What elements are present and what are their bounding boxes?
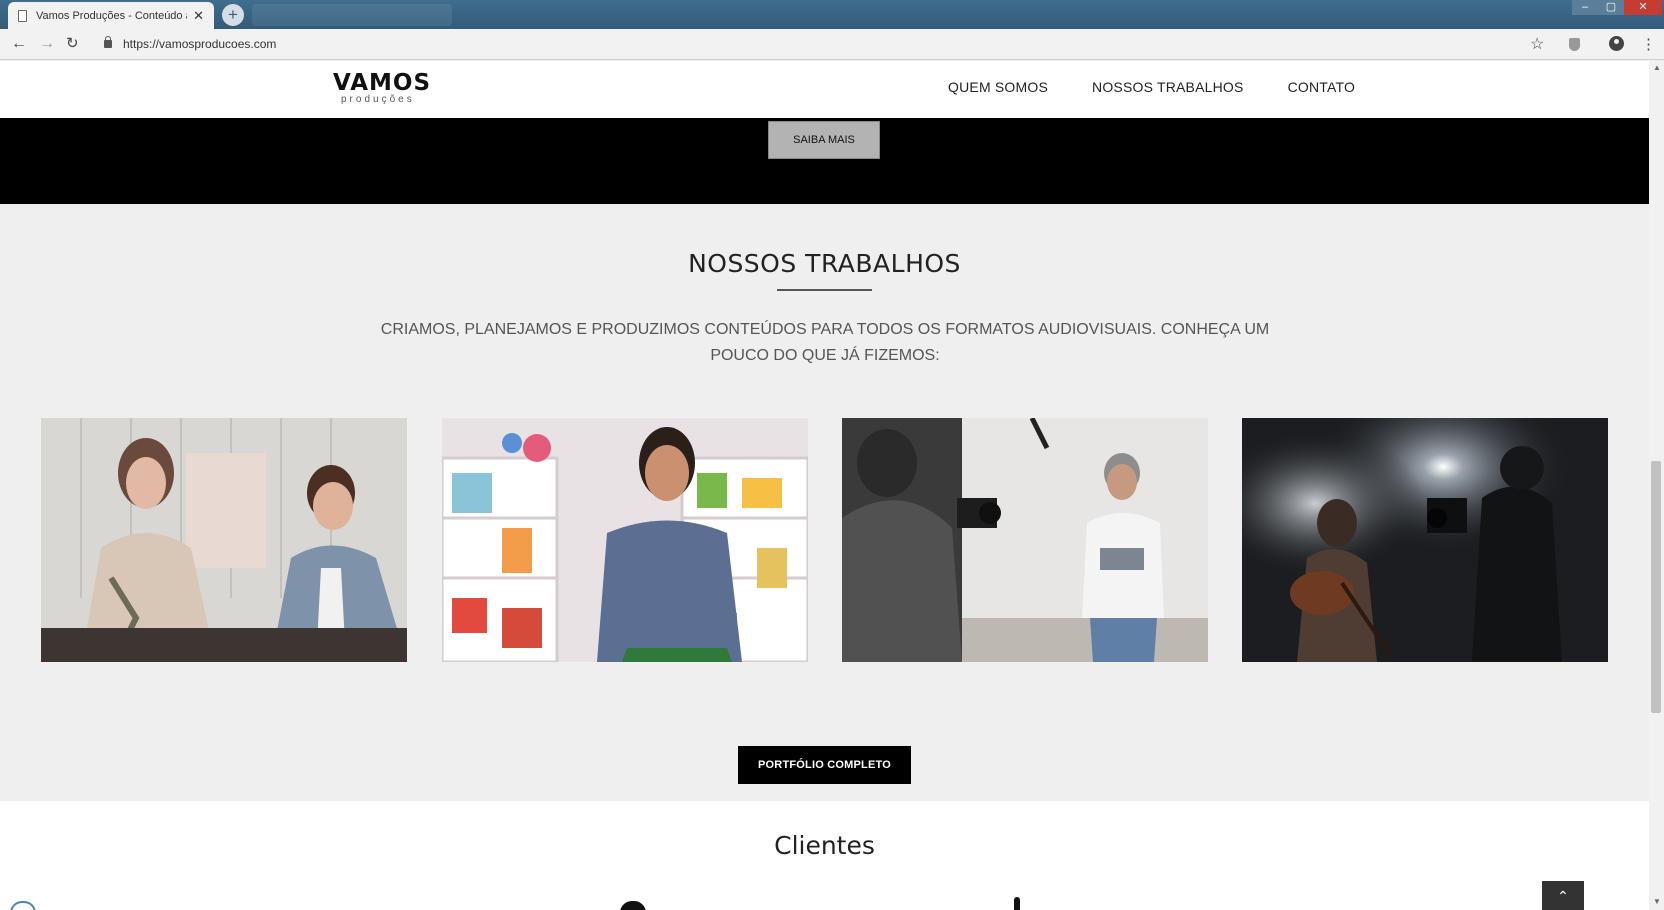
work-thumbnail[interactable] [442, 418, 808, 662]
document-icon [18, 9, 27, 22]
clients-section: Clientes ⌃ [0, 801, 1649, 910]
close-window-button[interactable]: ✕ [1624, 0, 1662, 15]
work-photo-4 [1242, 418, 1608, 662]
main-nav: QUEM SOMOS NOSSOS TRABALHOS CONTATO [948, 79, 1355, 95]
logo-subtext: produções [341, 94, 415, 105]
logo-text: VAMOS [333, 70, 432, 96]
account-icon[interactable] [1609, 36, 1624, 51]
work-photo-1 [41, 418, 407, 662]
scroll-up-icon[interactable]: ▲ [1653, 63, 1661, 72]
new-tab-button[interactable]: + [222, 4, 244, 26]
nav-contato[interactable]: CONTATO [1288, 79, 1356, 95]
blurred-tab[interactable] [252, 4, 452, 26]
site-logo[interactable]: VAMOS produções [333, 70, 432, 107]
title-underline [777, 289, 872, 291]
tab-title: Vamos Produções - Conteúdo a [36, 9, 188, 22]
web-page: VAMOS produções QUEM SOMOS NOSSOS TRABAL… [0, 61, 1649, 910]
close-tab-icon[interactable]: ✕ [193, 8, 204, 24]
client-logo [10, 901, 36, 910]
back-to-top-button[interactable]: ⌃ [1542, 881, 1584, 910]
forward-arrow-icon[interactable]: → [39, 35, 55, 53]
extension-icon[interactable] [1569, 38, 1580, 51]
browser-titlebar: Vamos Produções - Conteúdo a ✕ + – ▢ ✕ [0, 0, 1664, 29]
address-toolbar: ← → ↻ https://vamosproducoes.com ☆ ⋮ [0, 29, 1664, 60]
nav-quem-somos[interactable]: QUEM SOMOS [948, 79, 1048, 95]
work-thumbnail[interactable] [842, 418, 1208, 662]
hero-band: SAIBA MAIS [0, 118, 1649, 204]
browser-tab[interactable]: Vamos Produções - Conteúdo a ✕ [8, 2, 214, 29]
menu-icon[interactable]: ⋮ [1641, 35, 1656, 53]
client-logo [620, 901, 646, 910]
page-scrollbar[interactable]: ▲ ▼ [1649, 61, 1664, 910]
nav-nossos-trabalhos[interactable]: NOSSOS TRABALHOS [1092, 79, 1244, 95]
work-thumbnail[interactable] [41, 418, 407, 662]
lock-icon[interactable] [104, 36, 112, 48]
works-gallery [41, 418, 1609, 662]
work-photo-3 [842, 418, 1208, 662]
works-title: NOSSOS TRABALHOS [688, 249, 961, 278]
star-icon[interactable]: ☆ [1530, 34, 1544, 54]
maximize-button[interactable]: ▢ [1598, 0, 1624, 15]
reload-icon[interactable]: ↻ [66, 35, 79, 53]
works-description: CRIAMOS, PLANEJAMOS E PRODUZIMOS CONTEÚD… [380, 321, 1270, 364]
scroll-down-icon[interactable]: ▼ [1653, 897, 1661, 906]
work-photo-2 [442, 418, 808, 662]
site-header: VAMOS produções QUEM SOMOS NOSSOS TRABAL… [0, 61, 1649, 118]
client-logo [1014, 897, 1020, 910]
clients-title: Clientes [774, 831, 875, 860]
saiba-mais-button[interactable]: SAIBA MAIS [768, 121, 880, 159]
url-field[interactable]: https://vamosproducoes.com [123, 37, 276, 51]
portfolio-button[interactable]: PORTFÓLIO COMPLETO [738, 746, 911, 784]
back-arrow-icon[interactable]: ← [11, 35, 27, 53]
scrollbar-thumb[interactable] [1651, 461, 1661, 713]
work-thumbnail[interactable] [1242, 418, 1608, 662]
minimize-button[interactable]: – [1572, 0, 1598, 15]
